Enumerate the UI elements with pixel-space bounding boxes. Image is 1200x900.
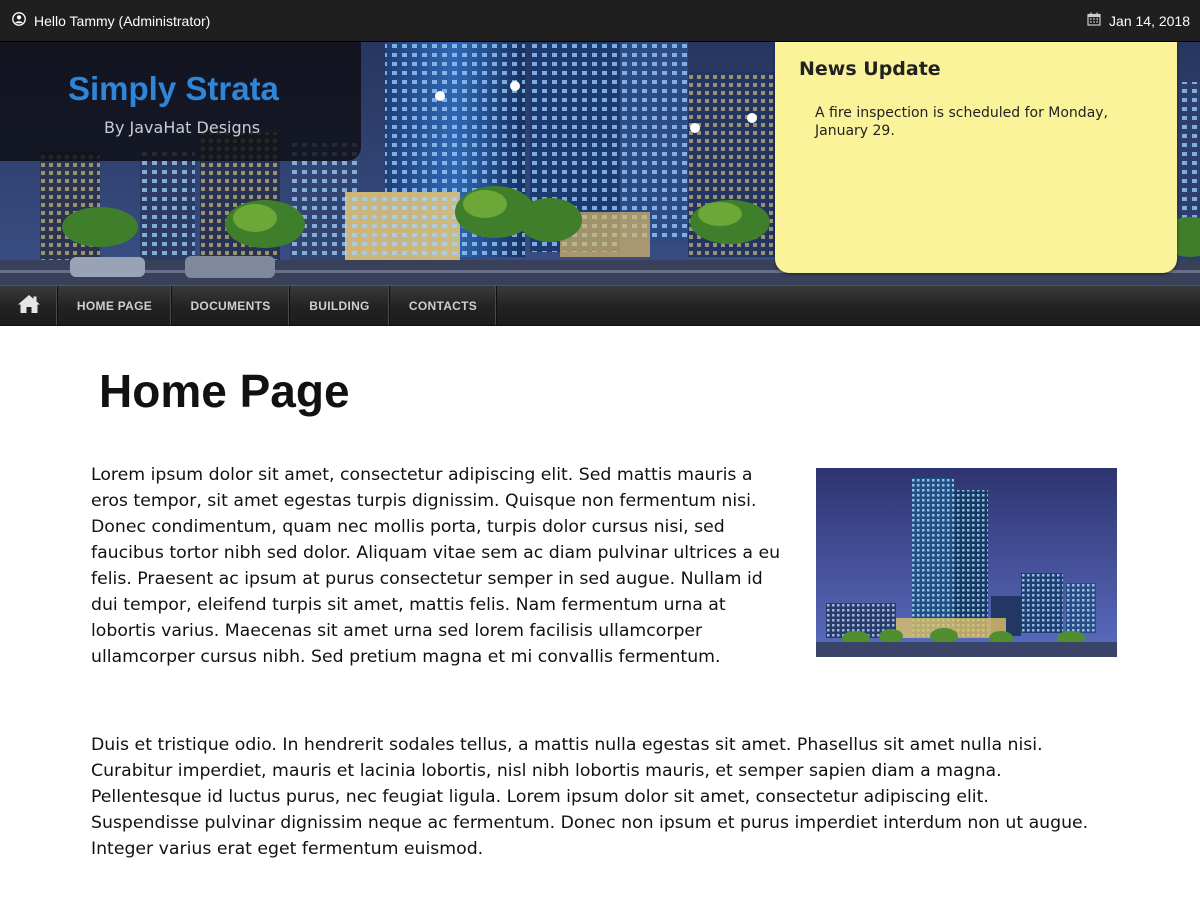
news-title: News Update — [799, 58, 941, 80]
user-greeting[interactable]: Hello Tammy (Administrator) — [12, 11, 210, 30]
news-update-panel: News Update A fire inspection is schedul… — [775, 42, 1177, 273]
nav-item-building[interactable]: BUILDING — [290, 286, 390, 325]
hero-banner: Simply Strata By JavaHat Designs News Up… — [0, 42, 1200, 285]
content-paragraph-2: Duis et tristique odio. In hendrerit sod… — [91, 735, 1089, 859]
nav-item-home-page[interactable]: HOME PAGE — [58, 286, 172, 325]
top-bar: Hello Tammy (Administrator) Jan 14, 2018 — [0, 0, 1200, 42]
date-display: Jan 14, 2018 — [1087, 11, 1190, 30]
home-icon — [17, 294, 41, 318]
news-body: A fire inspection is scheduled for Monda… — [815, 105, 1109, 139]
calendar-icon — [1087, 11, 1101, 30]
date-text: Jan 14, 2018 — [1109, 12, 1190, 29]
building-photo — [816, 468, 1117, 657]
site-title: Simply Strata — [68, 70, 279, 107]
nav-item-documents[interactable]: DOCUMENTS — [172, 286, 290, 325]
brand-panel[interactable]: Simply Strata By JavaHat Designs — [0, 42, 361, 161]
user-circle-icon — [12, 11, 26, 30]
greeting-text: Hello Tammy (Administrator) — [34, 12, 211, 29]
nav-item-contacts[interactable]: CONTACTS — [390, 286, 497, 325]
nav-home-button[interactable] — [0, 286, 58, 325]
main-nav: HOME PAGE DOCUMENTS BUILDING CONTACTS — [0, 285, 1200, 326]
site-subtitle: By JavaHat Designs — [104, 118, 261, 137]
page-title: Home Page — [99, 365, 350, 417]
content-paragraph-1: Lorem ipsum dolor sit amet, consectetur … — [91, 465, 781, 667]
